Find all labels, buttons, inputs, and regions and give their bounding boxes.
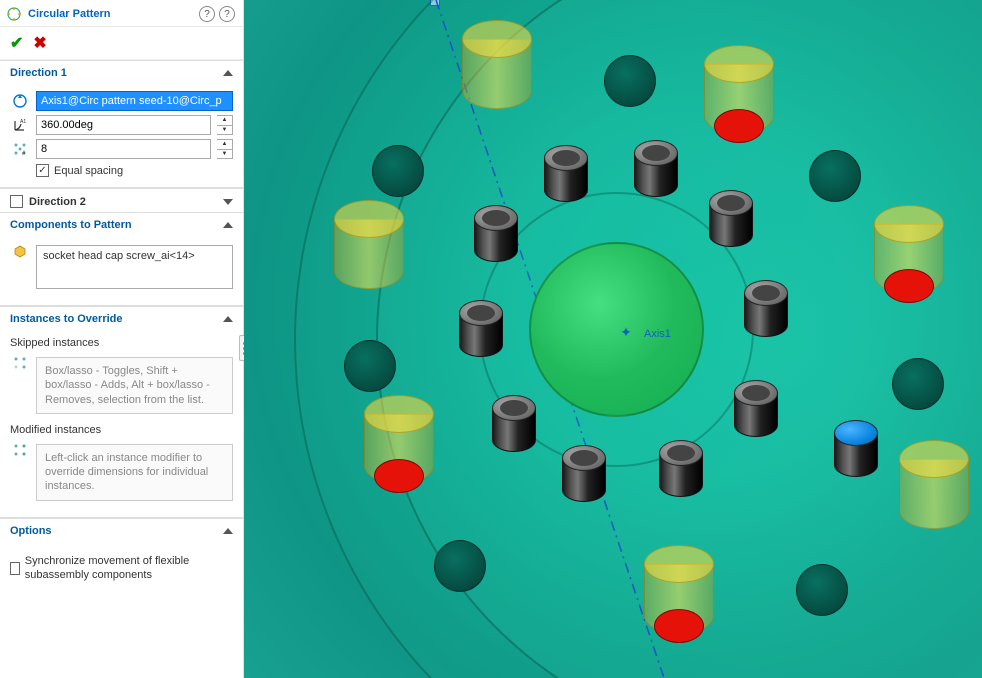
pattern-instance-preview[interactable]	[364, 395, 434, 495]
direction1-title: Direction 1	[10, 67, 67, 79]
pattern-instance-preview[interactable]	[334, 200, 404, 300]
help-icon[interactable]: ?	[219, 6, 235, 22]
modified-icon[interactable]	[10, 440, 30, 460]
bolt-instance[interactable]	[744, 280, 788, 350]
through-hole[interactable]	[892, 358, 944, 410]
bolt-instance[interactable]	[459, 300, 503, 370]
options-header[interactable]: Options	[0, 518, 243, 541]
chevron-up-icon	[223, 222, 233, 228]
context-help-icon[interactable]: ?	[199, 6, 215, 22]
bolt-instance[interactable]	[492, 395, 536, 465]
bolt-instance[interactable]	[544, 145, 588, 215]
ok-button[interactable]: ✔	[10, 33, 23, 53]
bolt-instance[interactable]	[734, 380, 778, 450]
panel-header: Circular Pattern ? ?	[0, 0, 243, 27]
component-item[interactable]: socket head cap screw_ai<14>	[43, 250, 226, 262]
svg-text:#: #	[22, 151, 26, 157]
svg-text:A1: A1	[20, 119, 26, 125]
direction2-checkbox[interactable]	[10, 195, 23, 208]
direction2-title: Direction 2	[29, 196, 86, 208]
angle-icon[interactable]: A1	[10, 115, 30, 135]
pattern-instance-preview[interactable]	[899, 440, 969, 540]
through-hole[interactable]	[344, 340, 396, 392]
direction2-header[interactable]: Direction 2	[0, 188, 243, 212]
pattern-instance-preview[interactable]	[704, 45, 774, 145]
components-header[interactable]: Components to Pattern	[0, 212, 243, 235]
bolt-instance[interactable]	[562, 445, 606, 515]
axis-origin-marker[interactable]: ✦	[622, 328, 630, 336]
equal-spacing-label: Equal spacing	[54, 165, 123, 177]
center-hub[interactable]	[529, 242, 704, 417]
modified-instances-box[interactable]: Left-click an instance modifier to overr…	[36, 444, 233, 501]
direction1-header[interactable]: Direction 1	[0, 60, 243, 83]
components-title: Components to Pattern	[10, 219, 132, 231]
chevron-up-icon	[223, 70, 233, 76]
through-hole[interactable]	[372, 145, 424, 197]
cancel-button[interactable]: ✖	[33, 33, 46, 53]
sync-label: Synchronize movement of flexible subasse…	[25, 554, 233, 583]
angle-field[interactable]	[36, 115, 211, 135]
through-hole[interactable]	[604, 55, 656, 107]
bolt-instance[interactable]	[709, 190, 753, 260]
seed-component[interactable]	[834, 420, 878, 490]
count-spinner[interactable]: ▲▼	[217, 139, 233, 159]
components-list[interactable]: socket head cap screw_ai<14>	[36, 245, 233, 289]
pattern-axis-field[interactable]	[36, 91, 233, 111]
chevron-down-icon	[223, 199, 233, 205]
instances-override-header[interactable]: Instances to Override	[0, 306, 243, 329]
pattern-instance-preview[interactable]	[644, 545, 714, 645]
components-icon[interactable]	[10, 241, 30, 261]
pattern-instance-preview[interactable]	[874, 205, 944, 305]
bolt-instance[interactable]	[634, 140, 678, 210]
axis-label[interactable]: Axis1	[644, 328, 671, 340]
through-hole[interactable]	[434, 540, 486, 592]
angle-spinner[interactable]: ▲▼	[217, 115, 233, 135]
instance-count-field[interactable]	[36, 139, 211, 159]
axis-icon[interactable]	[10, 91, 30, 111]
through-hole[interactable]	[796, 564, 848, 616]
property-manager-panel: Circular Pattern ? ? ✔ ✖ Direction 1	[0, 0, 244, 678]
equal-spacing-checkbox[interactable]: ✓	[36, 164, 49, 177]
bolt-instance[interactable]	[659, 440, 703, 510]
confirm-row: ✔ ✖	[0, 27, 243, 60]
panel-title: Circular Pattern	[28, 8, 199, 20]
modified-instances-label: Modified instances	[10, 424, 233, 436]
instances-count-icon[interactable]: #	[10, 139, 30, 159]
through-hole[interactable]	[809, 150, 861, 202]
skipped-instances-box[interactable]: Box/lasso - Toggles, Shift + box/lasso -…	[36, 357, 233, 414]
instances-override-title: Instances to Override	[10, 313, 123, 325]
circular-pattern-icon	[6, 6, 22, 22]
skipped-instances-label: Skipped instances	[10, 337, 233, 349]
skipped-icon[interactable]	[10, 353, 30, 373]
chevron-up-icon	[223, 528, 233, 534]
pattern-instance-preview[interactable]	[462, 20, 532, 120]
options-title: Options	[10, 525, 52, 537]
sync-checkbox[interactable]	[10, 562, 20, 575]
chevron-up-icon	[223, 316, 233, 322]
bolt-instance[interactable]	[474, 205, 518, 275]
graphics-viewport[interactable]: ✦ Axis1	[244, 0, 982, 678]
